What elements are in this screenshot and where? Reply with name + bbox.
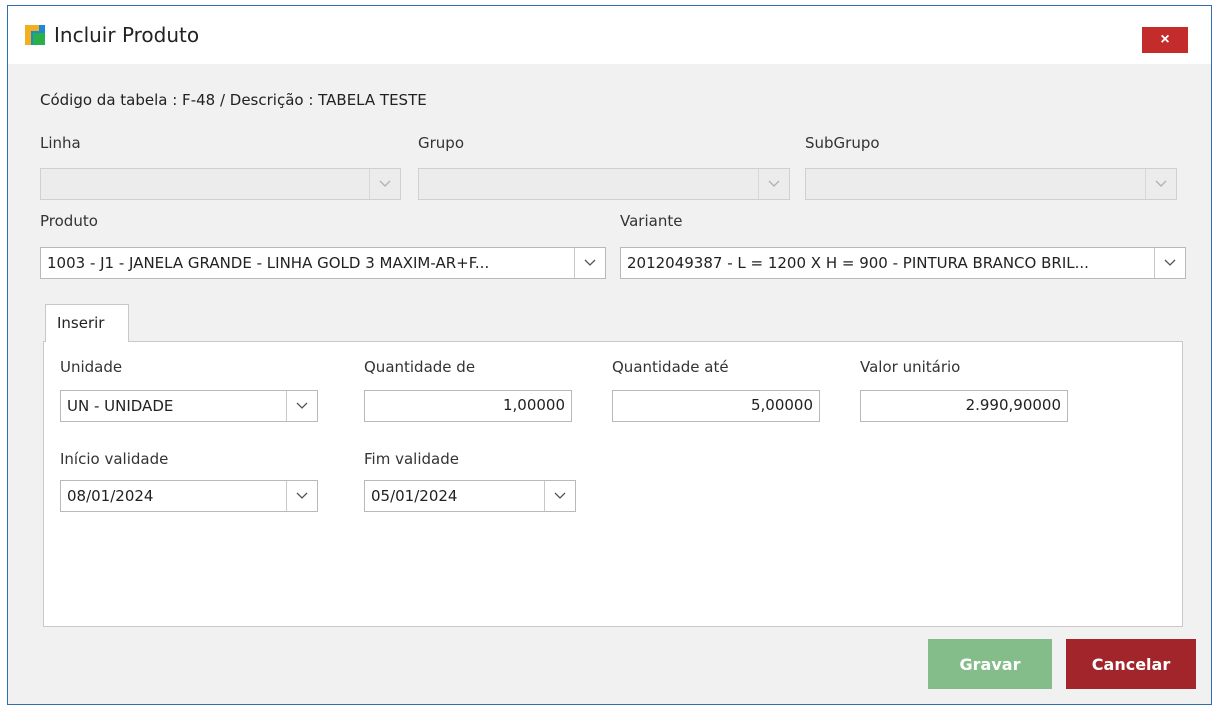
produto-select[interactable]: 1003 - J1 - JANELA GRANDE - LINHA GOLD 3… (40, 247, 606, 279)
valor-unitario-input[interactable]: 2.990,90000 (860, 390, 1068, 422)
variante-value: 2012049387 - L = 1200 X H = 900 - PINTUR… (627, 254, 1089, 272)
chevron-down-icon (574, 248, 605, 278)
fim-validade-value: 05/01/2024 (371, 487, 458, 505)
inicio-validade-date[interactable]: 08/01/2024 (60, 480, 318, 512)
fim-validade-date[interactable]: 05/01/2024 (364, 480, 576, 512)
variante-label: Variante (620, 212, 683, 230)
title-bar: Incluir Produto × (8, 6, 1211, 64)
window-title: Incluir Produto (54, 23, 200, 47)
unidade-select[interactable]: UN - UNIDADE (60, 390, 318, 422)
chevron-down-icon (1145, 169, 1176, 199)
grupo-select[interactable] (418, 168, 790, 200)
subgrupo-select[interactable] (805, 168, 1177, 200)
chevron-down-icon (286, 391, 317, 421)
produto-label: Produto (40, 212, 98, 230)
linha-label: Linha (40, 134, 81, 152)
tab-inserir[interactable]: Inserir (45, 304, 129, 342)
cancel-button[interactable]: Cancelar (1066, 639, 1196, 689)
fim-validade-label: Fim validade (364, 450, 459, 468)
app-logo-icon (25, 25, 45, 45)
chevron-down-icon (286, 481, 317, 511)
inicio-validade-value: 08/01/2024 (67, 487, 154, 505)
chevron-down-icon (369, 169, 400, 199)
close-button[interactable]: × (1142, 27, 1188, 53)
produto-value: 1003 - J1 - JANELA GRANDE - LINHA GOLD 3… (47, 254, 490, 272)
unidade-label: Unidade (60, 358, 123, 376)
dialog-window: Incluir Produto × Código da tabela : F-4… (7, 5, 1212, 705)
table-info: Código da tabela : F-48 / Descrição : TA… (40, 91, 427, 109)
unidade-value: UN - UNIDADE (67, 397, 174, 415)
chevron-down-icon (1154, 248, 1185, 278)
close-icon: × (1160, 31, 1170, 48)
subgrupo-label: SubGrupo (805, 134, 880, 152)
quantidade-de-input[interactable]: 1,00000 (364, 390, 572, 422)
linha-select[interactable] (40, 168, 401, 200)
inicio-validade-label: Início validade (60, 450, 169, 468)
valor-unitario-label: Valor unitário (860, 358, 961, 376)
quantidade-de-label: Quantidade de (364, 358, 476, 376)
save-button[interactable]: Gravar (928, 639, 1052, 689)
insert-panel: Unidade UN - UNIDADE Quantidade de 1,000… (43, 341, 1183, 627)
chevron-down-icon (544, 481, 575, 511)
chevron-down-icon (758, 169, 789, 199)
grupo-label: Grupo (418, 134, 464, 152)
quantidade-ate-label: Quantidade até (612, 358, 729, 376)
variante-select[interactable]: 2012049387 - L = 1200 X H = 900 - PINTUR… (620, 247, 1186, 279)
quantidade-ate-input[interactable]: 5,00000 (612, 390, 820, 422)
